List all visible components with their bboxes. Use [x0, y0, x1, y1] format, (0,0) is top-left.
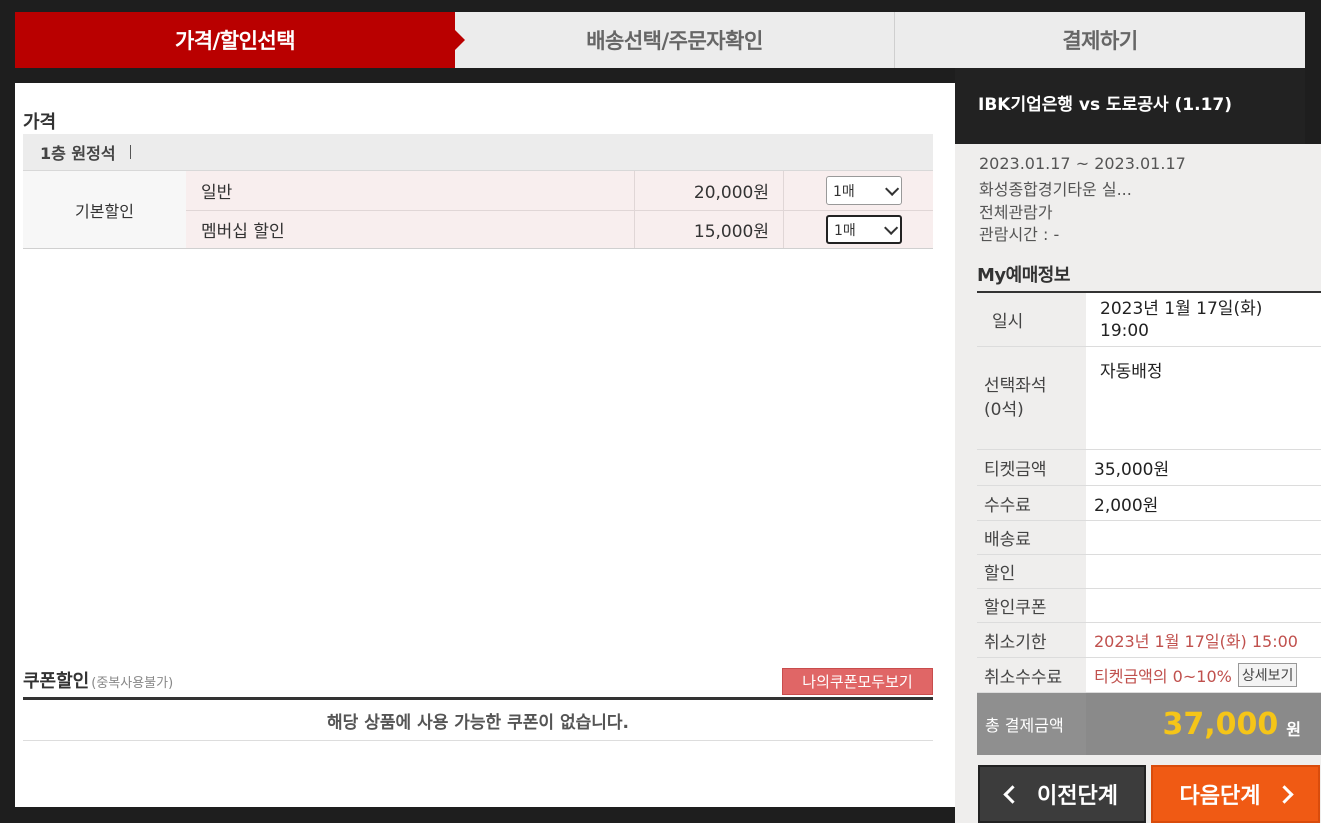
discount-coupon-value: [1086, 589, 1321, 622]
booking-row-discount: 할인: [977, 555, 1321, 589]
total-payment-unit: 원: [1286, 720, 1301, 739]
event-dates: 2023.01.17 ~ 2023.01.17: [979, 154, 1186, 173]
booking-row-coupon: 할인쿠폰: [977, 589, 1321, 623]
fee-value: 2,000원: [1086, 486, 1321, 520]
delivery-fee-label: 배송료: [984, 530, 1031, 550]
quantity-value: 1매: [834, 222, 856, 239]
seat-value: 자동배정: [1086, 347, 1321, 449]
booking-sidebar: 2023.01.17 ~ 2023.01.17 화성종합경기타운 실... 전체…: [955, 144, 1321, 823]
chevron-down-icon: [884, 220, 899, 235]
booking-row-cancel-deadline: 취소기한 2023년 1월 17일(화) 15:00: [977, 623, 1321, 658]
price-type-name: 멤버십 할인: [186, 211, 635, 248]
discount-group-label: 기본할인: [23, 171, 186, 248]
booking-row-delivery: 배송료: [977, 521, 1321, 555]
chevron-right-icon: [1275, 784, 1295, 804]
seat-count: (0석): [984, 400, 1024, 420]
date-value-line1: 2023년 1월 17일(화): [1100, 298, 1263, 319]
ticket-amount-value: 35,000원: [1086, 450, 1321, 485]
view-my-coupons-button[interactable]: 나의쿠폰모두보기: [782, 668, 933, 695]
grade-divider: [129, 145, 131, 159]
price-panel: 가격 1층 원정석 기본할인 일반 20,000원 1매 멤버십 할인 15,0…: [15, 83, 955, 807]
cancel-deadline-label: 취소기한: [984, 632, 1047, 653]
total-payment-amount: 37,000: [1162, 706, 1279, 742]
booking-row-cancel-fee: 취소수수료 티켓금액의 0~10% 상세보기: [977, 658, 1321, 693]
price-body: 기본할인 일반 20,000원 1매 멤버십 할인 15,000원 1매: [23, 171, 933, 249]
event-title: IBK기업은행 vs 도로공사 (1.17): [978, 95, 1233, 115]
seat-grade-header: 1층 원정석: [23, 134, 933, 171]
booking-row-date: 일시 2023년 1월 17일(화) 19:00: [977, 293, 1321, 347]
event-header: IBK기업은행 vs 도로공사 (1.17): [955, 68, 1305, 144]
event-age-rating: 전체관람가: [979, 203, 1053, 222]
total-payment-label: 총 결제금액: [977, 693, 1086, 755]
booking-row-ticket: 티켓금액 35,000원: [977, 450, 1321, 486]
seat-grade-label: 1층 원정석: [40, 144, 116, 163]
next-step-button[interactable]: 다음단계: [1151, 765, 1320, 823]
coupon-empty-message: 해당 상품에 사용 가능한 쿠폰이 없습니다.: [23, 700, 933, 741]
booking-row-seat: 선택좌석 (0석) 자동배정: [977, 347, 1321, 450]
prev-step-label: 이전단계: [1037, 784, 1118, 809]
discount-label: 할인: [984, 564, 1016, 584]
quantity-select[interactable]: 1매: [826, 215, 902, 244]
cancel-fee-label: 취소수수료: [984, 667, 1063, 688]
my-booking-title: My예매정보: [977, 265, 1070, 286]
coupon-title-text: 쿠폰할인: [23, 671, 90, 692]
prev-step-button[interactable]: 이전단계: [978, 765, 1146, 823]
cancel-fee-value: 티켓금액의 0~10%: [1094, 667, 1232, 686]
ticket-amount-label: 티켓금액: [984, 460, 1047, 480]
chevron-down-icon: [885, 181, 900, 196]
fee-label: 수수료: [984, 495, 1031, 516]
price-table: 1층 원정석 기본할인 일반 20,000원 1매 멤버십 할인 15,000원…: [23, 134, 933, 249]
total-payment: 총 결제금액 37,000 원: [977, 693, 1321, 755]
cancel-fee-detail-button[interactable]: 상세보기: [1237, 663, 1298, 687]
step-delivery-orderer[interactable]: 배송선택/주문자확인: [455, 12, 895, 68]
chevron-left-icon: [1003, 784, 1022, 804]
coupon-section-title: 쿠폰할인 (중복사용불가): [23, 667, 173, 693]
next-step-label: 다음단계: [1179, 784, 1261, 809]
date-value-line2: 19:00: [1100, 320, 1149, 341]
price-type-name: 일반: [186, 171, 635, 210]
discount-coupon-label: 할인쿠폰: [984, 598, 1047, 618]
my-booking-table: 일시 2023년 1월 17일(화) 19:00 선택좌석 (0석) 자동배정 …: [977, 291, 1321, 693]
event-venue: 화성종합경기타운 실...: [979, 180, 1132, 199]
event-duration: 관람시간 : -: [979, 225, 1060, 244]
quantity-select[interactable]: 1매: [826, 176, 902, 205]
price-section-title: 가격: [23, 112, 57, 133]
step-price-discount[interactable]: 가격/할인선택: [15, 12, 465, 68]
cancel-deadline-value: 2023년 1월 17일(화) 15:00: [1086, 623, 1321, 657]
delivery-fee-value: [1086, 521, 1321, 554]
price-row: 멤버십 할인 15,000원 1매: [186, 210, 933, 248]
price-amount: 15,000원: [635, 211, 784, 248]
seat-label: 선택좌석: [984, 376, 1047, 396]
booking-row-fee: 수수료 2,000원: [977, 486, 1321, 521]
discount-value: [1086, 555, 1321, 588]
step-tabs: 가격/할인선택 배송선택/주문자확인 결제하기: [15, 12, 1305, 68]
quantity-value: 1매: [833, 183, 855, 200]
coupon-note: (중복사용불가): [91, 676, 174, 691]
step-payment[interactable]: 결제하기: [895, 12, 1305, 68]
date-label: 일시: [992, 312, 1024, 332]
price-row: 일반 20,000원 1매: [186, 171, 933, 210]
price-amount: 20,000원: [635, 171, 784, 210]
